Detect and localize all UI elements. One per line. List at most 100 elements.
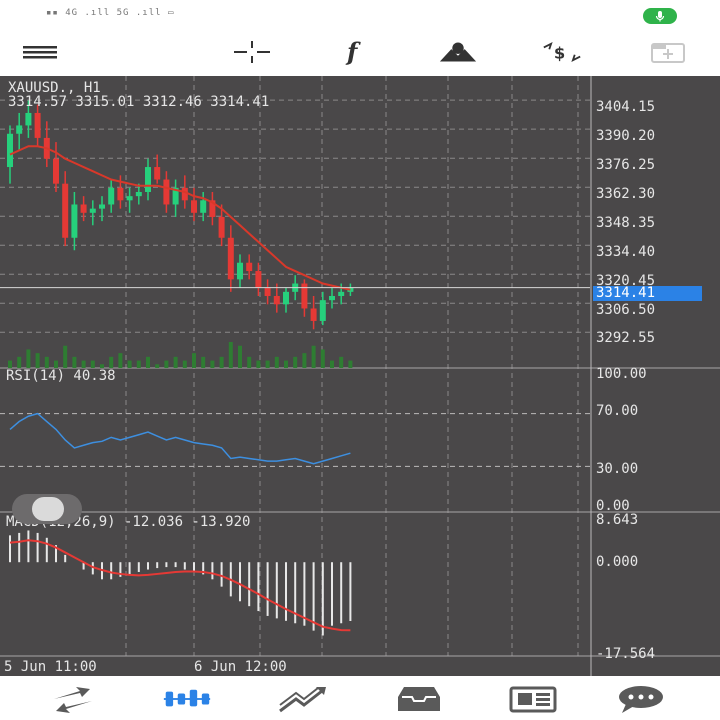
volume-bar (293, 356, 298, 368)
volume-bar (348, 360, 353, 368)
candle-body (89, 208, 96, 213)
price-tick: 3376.25 (596, 157, 656, 173)
volume-bar (210, 360, 215, 368)
volume-bar (136, 360, 141, 368)
price-tick: 3390.20 (596, 128, 656, 144)
indicators-icon: f (345, 39, 361, 65)
candle-body (319, 300, 326, 321)
candle-body (108, 187, 115, 205)
candle-body (117, 187, 124, 201)
volume-bar (44, 356, 49, 368)
objects-icon (439, 42, 477, 62)
candle-body (16, 125, 23, 134)
crosshair-button[interactable] (232, 36, 272, 68)
trade-icon (279, 687, 326, 713)
trade-button[interactable]: $ (542, 36, 582, 68)
candle-body (145, 167, 151, 192)
candle-body (154, 167, 161, 180)
macd-level: 8.643 (596, 512, 639, 528)
candle-body (34, 112, 41, 138)
news-icon (509, 686, 557, 713)
signal-indicator: ▪▪ 4G .ıll 5G .ıll ▭ (46, 8, 175, 18)
volume-bar (54, 360, 58, 368)
volume-bar (256, 360, 261, 368)
menu-button[interactable] (20, 36, 60, 68)
one-click-trading-toggle[interactable] (12, 494, 82, 524)
rsi-level: 100.00 (596, 366, 647, 382)
nav-history[interactable] (394, 682, 444, 716)
mt5-app: ▪▪ 4G .ıll 5G .ıll ▭ f $ XAUUSD., H1 331… (0, 0, 720, 720)
candle-body (71, 204, 78, 238)
volume-bar (17, 356, 22, 368)
candle-body (218, 216, 225, 238)
time-tick: 5 Jun 11:00 (4, 659, 97, 675)
nav-messages[interactable] (616, 682, 666, 716)
quotes-icon (54, 687, 92, 713)
candle-body (338, 291, 345, 296)
nav-trade[interactable] (278, 682, 328, 716)
indicators-button[interactable]: f (336, 36, 376, 68)
candle-body (255, 271, 262, 288)
candle-body (163, 179, 170, 205)
toggle-knob[interactable] (32, 497, 64, 521)
volume-bar (320, 349, 325, 368)
volume-bar (192, 353, 196, 368)
candle-body (135, 192, 142, 197)
new-window-button[interactable] (648, 36, 688, 68)
price-tick: 3404.15 (596, 99, 656, 115)
messages-icon (619, 686, 663, 713)
nav-quotes[interactable] (48, 682, 98, 716)
volume-bar (219, 356, 224, 368)
mic-indicator (643, 8, 677, 24)
candle-body (273, 296, 280, 305)
rsi-level: 30.00 (596, 461, 639, 477)
candle-body (62, 183, 69, 238)
svg-text:f: f (345, 39, 361, 65)
candle-body (191, 200, 197, 213)
candle-body (80, 204, 87, 213)
price-tick: 3334.40 (596, 244, 656, 260)
volume-bar (35, 353, 40, 368)
volume-bar (127, 360, 132, 368)
rsi-line (9, 412, 351, 465)
objects-button[interactable] (438, 36, 478, 68)
volume-bar (182, 360, 187, 368)
candle-body (25, 112, 32, 126)
status-bar: ▪▪ 4G .ıll 5G .ıll ▭ (0, 0, 720, 30)
macd-level: 0.000 (596, 554, 639, 570)
price-tick: 3348.35 (596, 215, 656, 231)
nav-chart[interactable] (162, 682, 212, 716)
new-window-icon (651, 43, 685, 63)
rsi-level: 70.00 (596, 403, 639, 419)
moving-average-line (9, 145, 351, 291)
svg-text:$: $ (554, 43, 565, 62)
candle-body (237, 262, 243, 280)
volume-bar (118, 353, 123, 368)
candle-body (264, 287, 271, 296)
volume-bar (284, 360, 288, 368)
volume-bar (81, 360, 86, 368)
volume-bar (330, 360, 334, 368)
trade-icon: $ (543, 42, 581, 62)
volume-bar (26, 349, 31, 368)
candle-body (99, 204, 105, 209)
chart-canvas[interactable]: XAUUSD., H1 3314.57 3315.01 3312.46 3314… (0, 76, 720, 676)
price-tick: 3292.55 (596, 330, 656, 346)
nav-news[interactable] (508, 682, 558, 716)
chart-toolbar: f $ (0, 30, 720, 74)
ohlc-values: 3314.57 3315.01 3312.46 3314.41 (8, 94, 270, 110)
candle-body (329, 296, 335, 301)
price-tick: 3306.50 (596, 302, 656, 318)
volume-bar (265, 360, 270, 368)
time-tick: 6 Jun 12:00 (194, 659, 287, 675)
volume-bar (247, 356, 252, 368)
candle-body (7, 133, 13, 168)
macd-level: -17.564 (596, 646, 656, 662)
candle-body (126, 196, 133, 201)
volume-bar (63, 345, 68, 368)
volume-bar (311, 345, 316, 368)
candle-body (310, 308, 317, 321)
volume-bar (90, 360, 95, 368)
candle-body (283, 291, 289, 305)
volume-bar (109, 356, 114, 368)
